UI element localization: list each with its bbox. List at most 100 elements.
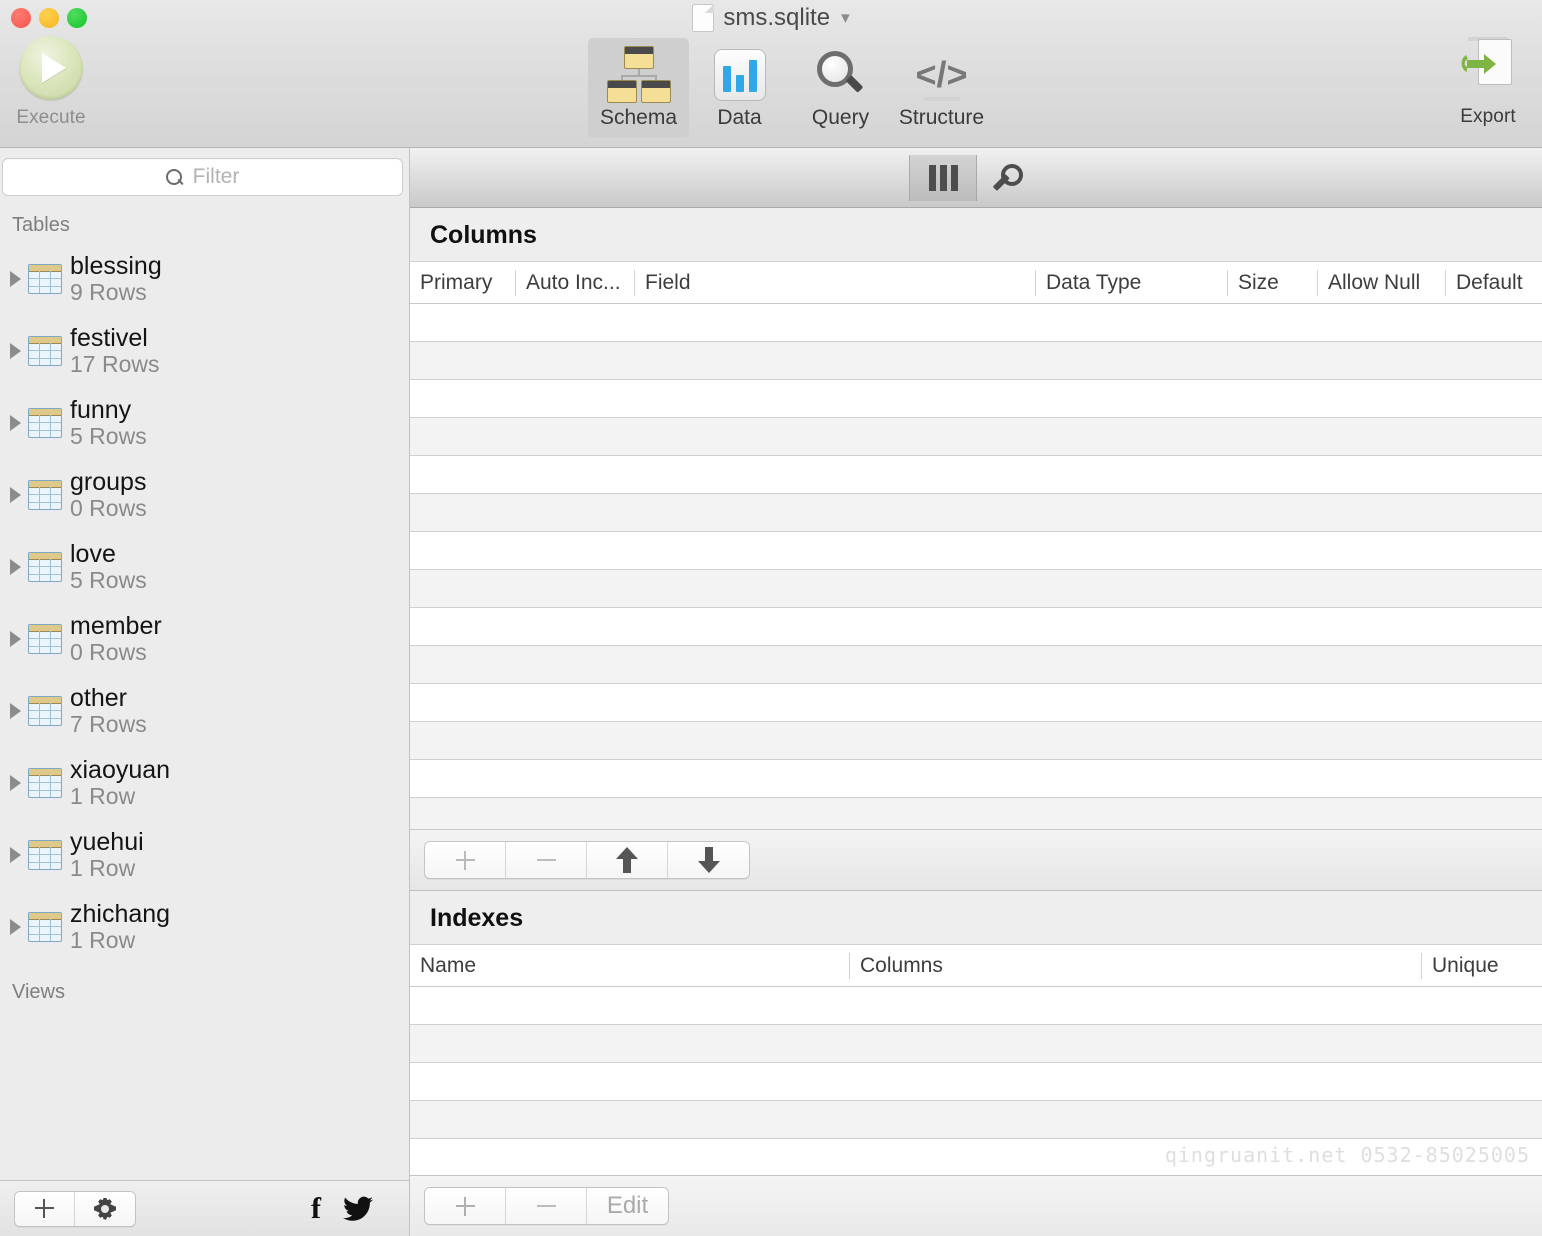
disclosure-triangle-icon[interactable] bbox=[4, 775, 26, 791]
disclosure-triangle-icon[interactable] bbox=[4, 919, 26, 935]
tab-data[interactable]: Data bbox=[689, 38, 790, 138]
columns-view-button[interactable] bbox=[910, 154, 976, 201]
column-header-primary[interactable]: Primary bbox=[410, 269, 516, 296]
execute-button[interactable]: Execute bbox=[8, 36, 94, 129]
table-row[interactable] bbox=[410, 1139, 1542, 1175]
search-input[interactable]: Filter bbox=[2, 158, 403, 196]
columns-action-group bbox=[424, 841, 750, 880]
table-row[interactable] bbox=[410, 532, 1542, 570]
disclosure-triangle-icon[interactable] bbox=[4, 559, 26, 575]
sidebar-item-blessing[interactable]: blessing 9 Rows bbox=[0, 243, 409, 315]
export-button[interactable]: Export bbox=[1440, 36, 1536, 128]
sidebar-item-zhichang[interactable]: zhichang 1 Row bbox=[0, 891, 409, 963]
columns-table-header: Primary Auto Inc... Field Data Type Size… bbox=[410, 262, 1542, 304]
magnifier-icon bbox=[790, 44, 891, 106]
toolbar-tabs: Schema Data Query </> Structure bbox=[588, 38, 992, 138]
tab-schema[interactable]: Schema bbox=[588, 38, 689, 138]
sidebar-item-groups[interactable]: groups 0 Rows bbox=[0, 459, 409, 531]
document-icon bbox=[692, 4, 715, 32]
table-row-count: 0 Rows bbox=[70, 495, 147, 522]
sidebar-item-other[interactable]: other 7 Rows bbox=[0, 675, 409, 747]
table-row[interactable] bbox=[410, 494, 1542, 532]
disclosure-triangle-icon[interactable] bbox=[4, 847, 26, 863]
table-name: other bbox=[70, 684, 127, 713]
view-toggle-group bbox=[909, 154, 1043, 201]
sidebar-item-festivel[interactable]: festivel 17 Rows bbox=[0, 315, 409, 387]
sidebar-item-love[interactable]: love 5 Rows bbox=[0, 531, 409, 603]
add-index-button[interactable] bbox=[425, 1188, 506, 1224]
move-column-up-button[interactable] bbox=[587, 842, 668, 879]
table-row[interactable] bbox=[410, 418, 1542, 456]
table-row[interactable] bbox=[410, 987, 1542, 1026]
index-header-columns[interactable]: Columns bbox=[850, 952, 1422, 979]
disclosure-triangle-icon[interactable] bbox=[4, 631, 26, 647]
app-window: sms.sqlite ▾ Execute Schema Data Query <… bbox=[0, 0, 1542, 1236]
columns-grid[interactable] bbox=[410, 304, 1542, 830]
table-row[interactable] bbox=[410, 760, 1542, 798]
disclosure-triangle-icon[interactable] bbox=[4, 343, 26, 359]
add-column-button[interactable] bbox=[425, 842, 506, 879]
table-row-count: 17 Rows bbox=[70, 351, 160, 378]
sidebar-item-xiaoyuan[interactable]: xiaoyuan 1 Row bbox=[0, 747, 409, 819]
indexes-table-header: Name Columns Unique bbox=[410, 945, 1542, 988]
table-row[interactable] bbox=[410, 608, 1542, 646]
chevron-down-icon[interactable]: ▾ bbox=[841, 8, 850, 28]
index-header-name[interactable]: Name bbox=[410, 952, 850, 979]
table-row[interactable] bbox=[410, 380, 1542, 418]
disclosure-triangle-icon[interactable] bbox=[4, 487, 26, 503]
remove-index-button[interactable] bbox=[506, 1188, 587, 1224]
tab-query[interactable]: Query bbox=[790, 38, 891, 138]
add-table-button[interactable] bbox=[15, 1191, 75, 1226]
table-name: blessing bbox=[70, 252, 162, 281]
table-icon bbox=[28, 696, 62, 726]
table-row[interactable] bbox=[410, 1025, 1542, 1064]
table-row[interactable] bbox=[410, 1101, 1542, 1140]
column-header-data-type[interactable]: Data Type bbox=[1036, 269, 1228, 296]
index-header-unique[interactable]: Unique bbox=[1422, 953, 1542, 979]
facebook-icon[interactable]: f bbox=[311, 1193, 321, 1224]
disclosure-triangle-icon[interactable] bbox=[4, 415, 26, 431]
table-row[interactable] bbox=[410, 684, 1542, 722]
remove-column-button[interactable] bbox=[506, 842, 587, 879]
table-name: yuehui bbox=[70, 828, 144, 857]
table-row-count: 5 Rows bbox=[70, 567, 147, 594]
move-column-down-button[interactable] bbox=[668, 842, 749, 879]
export-icon bbox=[1454, 37, 1522, 99]
indexes-grid[interactable]: qingruanit.net 0532-85025005 bbox=[410, 987, 1542, 1175]
tab-structure[interactable]: </> Structure bbox=[891, 38, 992, 138]
table-row[interactable] bbox=[410, 646, 1542, 684]
column-header-size[interactable]: Size bbox=[1228, 269, 1318, 296]
table-row[interactable] bbox=[410, 456, 1542, 494]
sidebar-group-tables: Tables bbox=[12, 214, 70, 236]
column-header-field[interactable]: Field bbox=[635, 269, 1036, 296]
code-icon: </> bbox=[891, 44, 992, 106]
sidebar-item-member[interactable]: member 0 Rows bbox=[0, 603, 409, 675]
disclosure-triangle-icon[interactable] bbox=[4, 271, 26, 287]
disclosure-triangle-icon[interactable] bbox=[4, 703, 26, 719]
main-panel: Columns Primary Auto Inc... Field Data T… bbox=[410, 148, 1542, 1236]
table-icon bbox=[28, 768, 62, 798]
edit-index-button[interactable]: Edit bbox=[587, 1188, 668, 1224]
table-row-count: 9 Rows bbox=[70, 279, 147, 306]
table-row-count: 1 Row bbox=[70, 783, 136, 810]
column-header-auto-inc[interactable]: Auto Inc... bbox=[516, 269, 635, 296]
arrow-up-icon bbox=[616, 847, 638, 874]
keys-view-button[interactable] bbox=[977, 155, 1043, 201]
indexes-section-title: Indexes bbox=[410, 891, 1542, 946]
sidebar-item-funny[interactable]: funny 5 Rows bbox=[0, 387, 409, 459]
document-title[interactable]: sms.sqlite ▾ bbox=[0, 2, 1542, 34]
table-row[interactable] bbox=[410, 722, 1542, 760]
bar-chart-icon bbox=[689, 44, 790, 106]
twitter-icon[interactable] bbox=[343, 1196, 373, 1222]
sidebar-item-yuehui[interactable]: yuehui 1 Row bbox=[0, 819, 409, 891]
table-icon bbox=[28, 336, 62, 366]
table-row[interactable] bbox=[410, 342, 1542, 380]
table-row[interactable] bbox=[410, 304, 1542, 342]
table-row[interactable] bbox=[410, 1063, 1542, 1102]
table-row[interactable] bbox=[410, 570, 1542, 608]
settings-button[interactable] bbox=[75, 1191, 135, 1226]
column-header-allow-null[interactable]: Allow Null bbox=[1318, 269, 1446, 296]
column-header-default[interactable]: Default bbox=[1446, 270, 1542, 296]
table-row[interactable] bbox=[410, 798, 1542, 830]
